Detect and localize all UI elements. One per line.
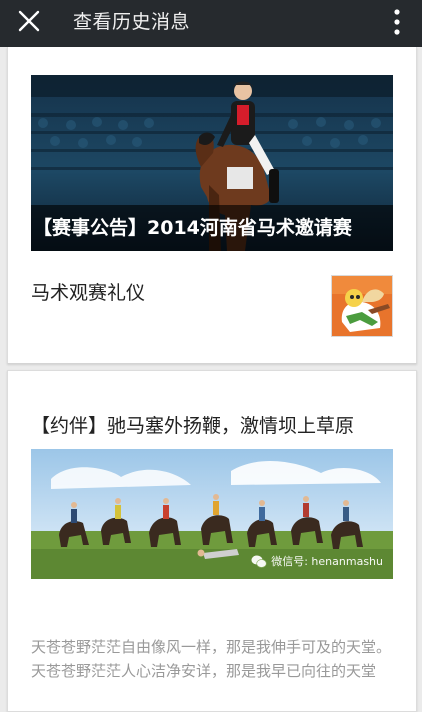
message-card: 【赛事公告】2014河南省马术邀请赛 马术观赛礼仪 [7,47,417,364]
watermark-text: 微信号: henanmashu [271,555,383,568]
article-thumbnail [331,275,393,337]
cover-caption: 【赛事公告】2014河南省马术邀请赛 [31,205,393,251]
top-bar: 查看历史消息 [0,0,422,47]
article-cover[interactable]: 微信号: henanmashu [31,449,393,579]
wechat-icon [251,555,267,568]
article-list-item[interactable]: 马术观赛礼仪 [31,262,393,338]
cartoon-horse-thumbnail [332,276,392,336]
article-title: 马术观赛礼仪 [31,282,146,304]
page-title: 查看历史消息 [73,11,191,33]
close-icon[interactable] [18,10,40,32]
wechat-watermark: 微信号: henanmashu [251,553,383,569]
more-vertical-icon[interactable] [394,9,400,35]
article-cover[interactable]: 【赛事公告】2014河南省马术邀请赛 [31,75,393,251]
article-title[interactable]: 【约伴】驰马塞外扬鞭，激情坝上草原 [31,411,354,438]
article-excerpt: 天苍苍野茫茫自由像风一样，那是我伸手可及的天堂。天苍苍野茫茫人心洁净安详，那是我… [31,638,392,680]
message-card: 【约伴】驰马塞外扬鞭，激情坝上草原 微信号: henanmashu 天苍苍野茫茫… [7,370,417,712]
